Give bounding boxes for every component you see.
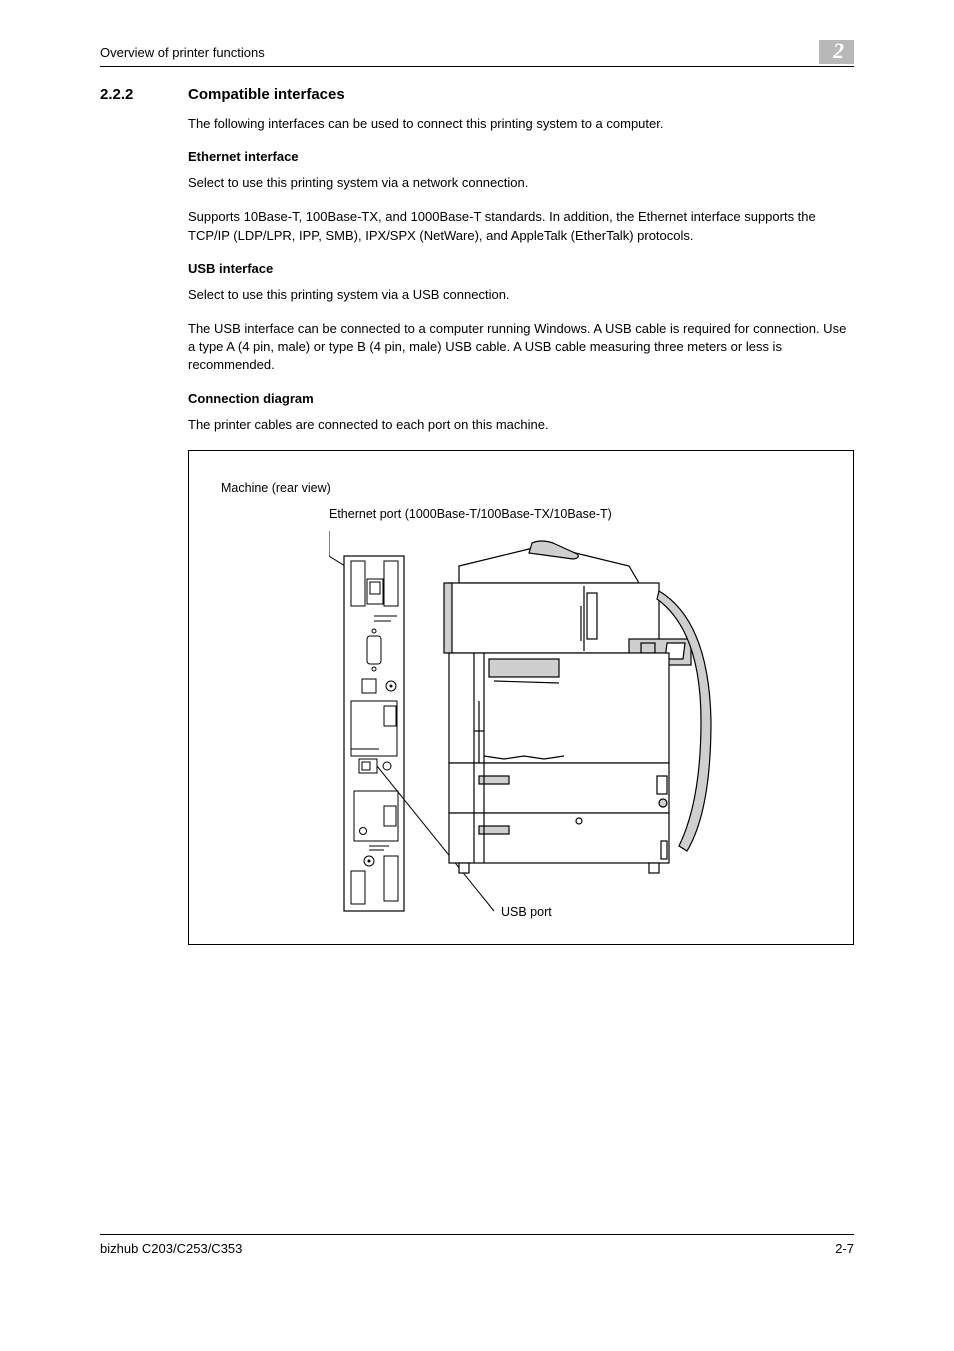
- machine-rear-view-label: Machine (rear view): [221, 481, 331, 495]
- machine-diagram-svg: [329, 531, 729, 921]
- ethernet-port-label: Ethernet port (1000Base-T/100Base-TX/10B…: [329, 507, 612, 521]
- footer-page-number: 2-7: [835, 1241, 854, 1256]
- usb-p1: Select to use this printing system via a…: [188, 286, 854, 304]
- section-heading-row: 2.2.2 Compatible interfaces: [100, 86, 854, 103]
- chapter-badge: 2: [819, 40, 854, 64]
- section-number: 2.2.2: [100, 86, 188, 103]
- ethernet-p2: Supports 10Base-T, 100Base-TX, and 1000B…: [188, 208, 854, 244]
- connection-diagram: Machine (rear view) Ethernet port (1000B…: [188, 450, 854, 945]
- header-title: Overview of printer functions: [100, 45, 265, 60]
- footer-model: bizhub C203/C253/C353: [100, 1241, 242, 1256]
- usb-p2: The USB interface can be connected to a …: [188, 320, 854, 375]
- page-content: 2.2.2 Compatible interfaces The followin…: [100, 86, 854, 945]
- ethernet-heading: Ethernet interface: [188, 149, 854, 164]
- section-title: Compatible interfaces: [188, 86, 345, 103]
- usb-heading: USB interface: [188, 261, 854, 276]
- diagram-heading: Connection diagram: [188, 391, 854, 406]
- diagram-intro: The printer cables are connected to each…: [188, 416, 854, 434]
- page-footer: bizhub C203/C253/C353 2-7: [100, 1234, 854, 1256]
- page-header: Overview of printer functions 2: [100, 40, 854, 67]
- section-intro: The following interfaces can be used to …: [188, 115, 854, 133]
- ethernet-p1: Select to use this printing system via a…: [188, 174, 854, 192]
